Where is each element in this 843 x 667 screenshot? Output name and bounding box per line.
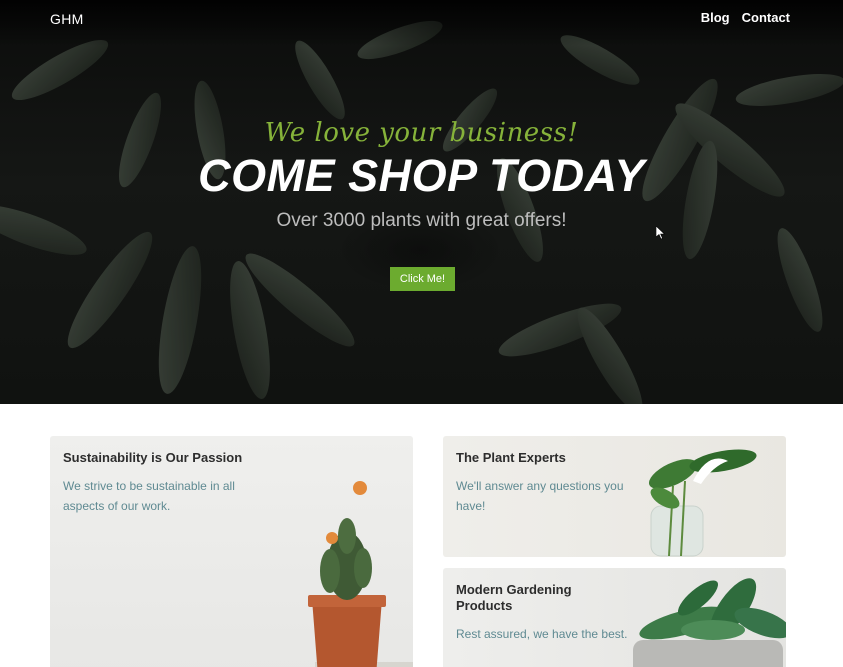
succulent-pot-icon [633,578,786,667]
nav-link-blog[interactable]: Blog [701,10,730,25]
hero-title: COME SHOP TODAY [198,150,645,201]
hero-banner: GHM Blog Contact We love your business! … [0,0,843,404]
main-nav: Blog Contact [701,10,790,25]
nav-link-contact[interactable]: Contact [742,10,790,25]
card-title: Modern Gardening Products [456,582,572,613]
mouse-cursor-icon [656,226,666,240]
card-title: Sustainability is Our Passion [63,450,243,465]
card-title: The Plant Experts [456,450,566,465]
card-plant-experts[interactable]: The Plant Experts We'll answer any quest… [443,436,786,557]
hero-subtitle: Over 3000 plants with great offers! [276,210,567,231]
card-text: We strive to be sustainable in all aspec… [63,479,235,513]
site-logo[interactable]: GHM [50,11,84,27]
click-me-button[interactable]: Click Me! [390,267,455,291]
card-text: We'll answer any questions you have! [456,479,624,513]
hero-tagline: We love your business! [264,118,579,148]
card-sustainability[interactable]: Sustainability is Our Passion We strive … [50,436,413,667]
hero-background-leaves [0,20,843,404]
glass-vase-plant-icon [648,449,757,557]
cactus-pot-icon [308,481,413,667]
card-gardening-products[interactable]: Modern Gardening Products Rest assured, … [443,568,786,667]
